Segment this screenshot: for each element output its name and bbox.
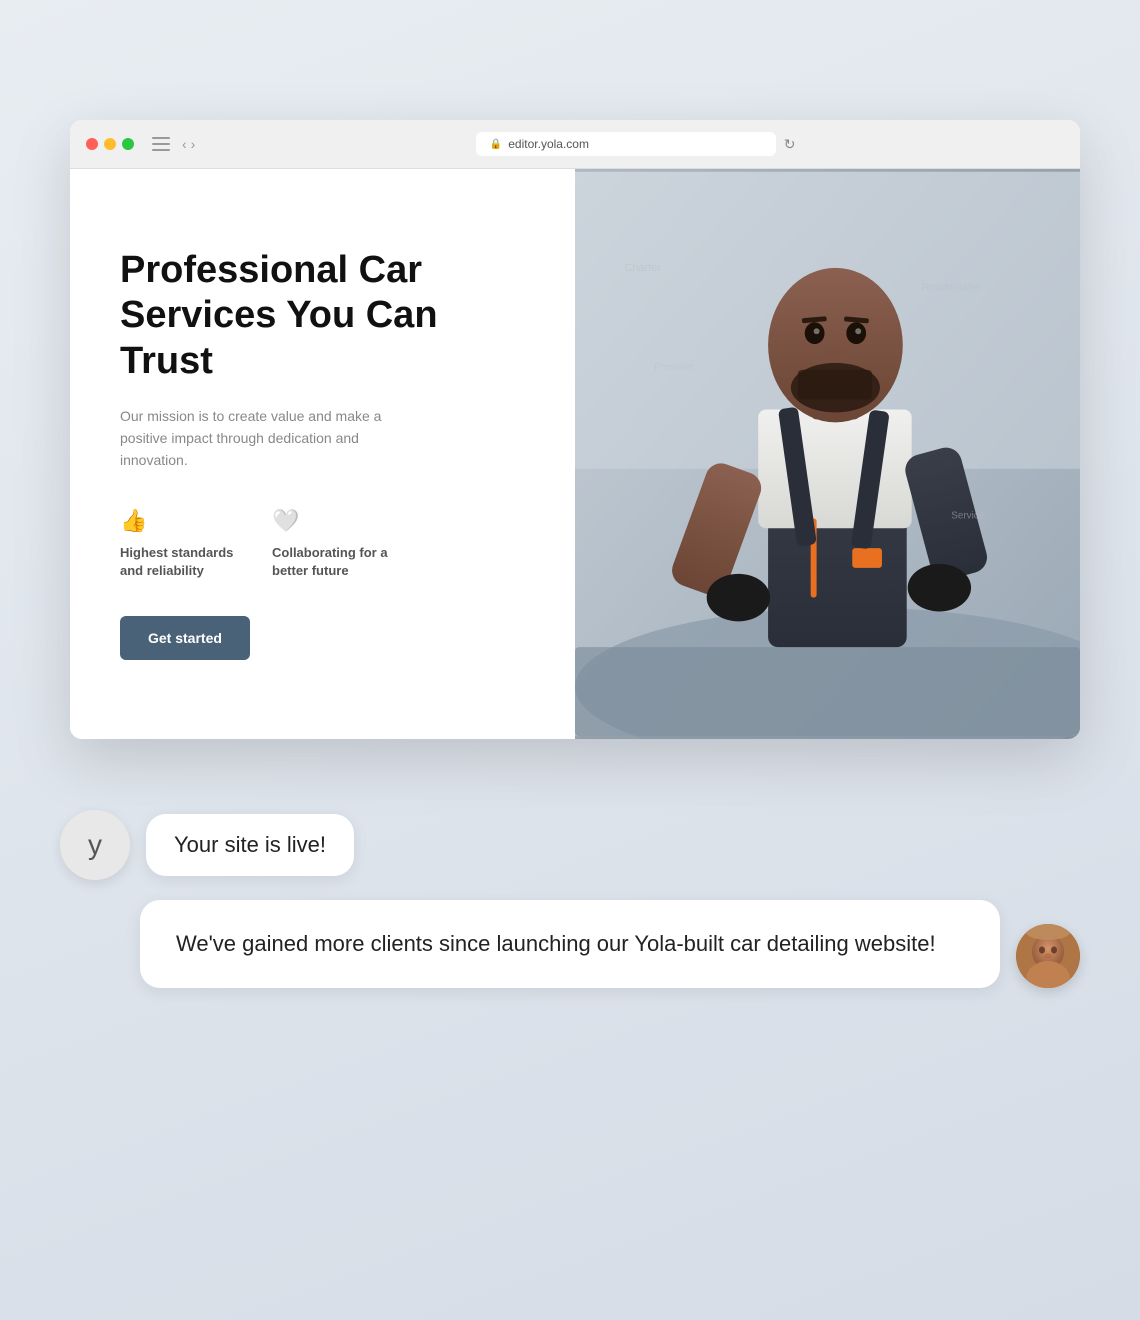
feature-item-2: 🤍 Collaborating for a better future: [272, 508, 392, 580]
browser-chrome: ‹ › 🔒 editor.yola.com ↻: [70, 120, 1080, 169]
user-avatar-svg: [1016, 924, 1080, 988]
traffic-lights: [86, 138, 134, 150]
svg-text:Service: Service: [951, 510, 984, 521]
forward-button[interactable]: ›: [191, 136, 196, 152]
yola-avatar-letter: y: [88, 829, 102, 861]
thumbs-up-icon: 👍: [120, 508, 240, 534]
chat-bubble-user-message: We've gained more clients since launchin…: [140, 900, 1000, 988]
address-bar-wrapper: 🔒 editor.yola.com ↻: [207, 132, 1064, 156]
reload-button[interactable]: ↻: [784, 136, 796, 153]
chat-section: y Your site is live! We've gained more c…: [60, 810, 1080, 988]
chat-row-user: We've gained more clients since launchin…: [60, 900, 1080, 988]
yola-avatar: y: [60, 810, 130, 880]
get-started-button[interactable]: Get started: [120, 616, 250, 660]
heart-icon: 🤍: [272, 508, 392, 534]
chat-row-yola: y Your site is live!: [60, 810, 1080, 880]
chat-bubble-site-live: Your site is live!: [146, 814, 354, 876]
hero-description: Our mission is to create value and make …: [120, 405, 400, 472]
browser-window: ‹ › 🔒 editor.yola.com ↻ Professional Car…: [70, 120, 1080, 739]
hero-title: Professional Car Services You Can Trust: [120, 248, 525, 385]
chat-message-2: We've gained more clients since launchin…: [176, 931, 936, 956]
nav-arrows: ‹ ›: [182, 136, 195, 152]
svg-text:Premium: Premium: [654, 362, 694, 373]
address-bar[interactable]: 🔒 editor.yola.com: [476, 132, 776, 156]
svg-text:Roadmaster: Roadmaster: [922, 282, 982, 294]
user-avatar: [1016, 924, 1080, 988]
sidebar-toggle-icon[interactable]: [152, 137, 170, 151]
user-avatar-image: [1016, 924, 1080, 988]
chat-message-1: Your site is live!: [174, 832, 326, 857]
feature-1-label: Highest standards and reliability: [120, 544, 240, 580]
minimize-button[interactable]: [104, 138, 116, 150]
mechanic-image: Charter Roadmaster Premium Service: [575, 169, 1080, 739]
lock-icon: 🔒: [490, 139, 502, 150]
features-row: 👍 Highest standards and reliability 🤍 Co…: [120, 508, 525, 580]
browser-content: Professional Car Services You Can Trust …: [70, 169, 1080, 739]
feature-2-label: Collaborating for a better future: [272, 544, 392, 580]
url-text: editor.yola.com: [508, 137, 589, 151]
hero-left-panel: Professional Car Services You Can Trust …: [70, 169, 575, 739]
feature-item-1: 👍 Highest standards and reliability: [120, 508, 240, 580]
back-button[interactable]: ‹: [182, 136, 187, 152]
hero-image-panel: Charter Roadmaster Premium Service: [575, 169, 1080, 739]
mechanic-illustration: Charter Roadmaster Premium Service: [575, 169, 1080, 739]
svg-text:Charter: Charter: [625, 262, 662, 274]
close-button[interactable]: [86, 138, 98, 150]
maximize-button[interactable]: [122, 138, 134, 150]
